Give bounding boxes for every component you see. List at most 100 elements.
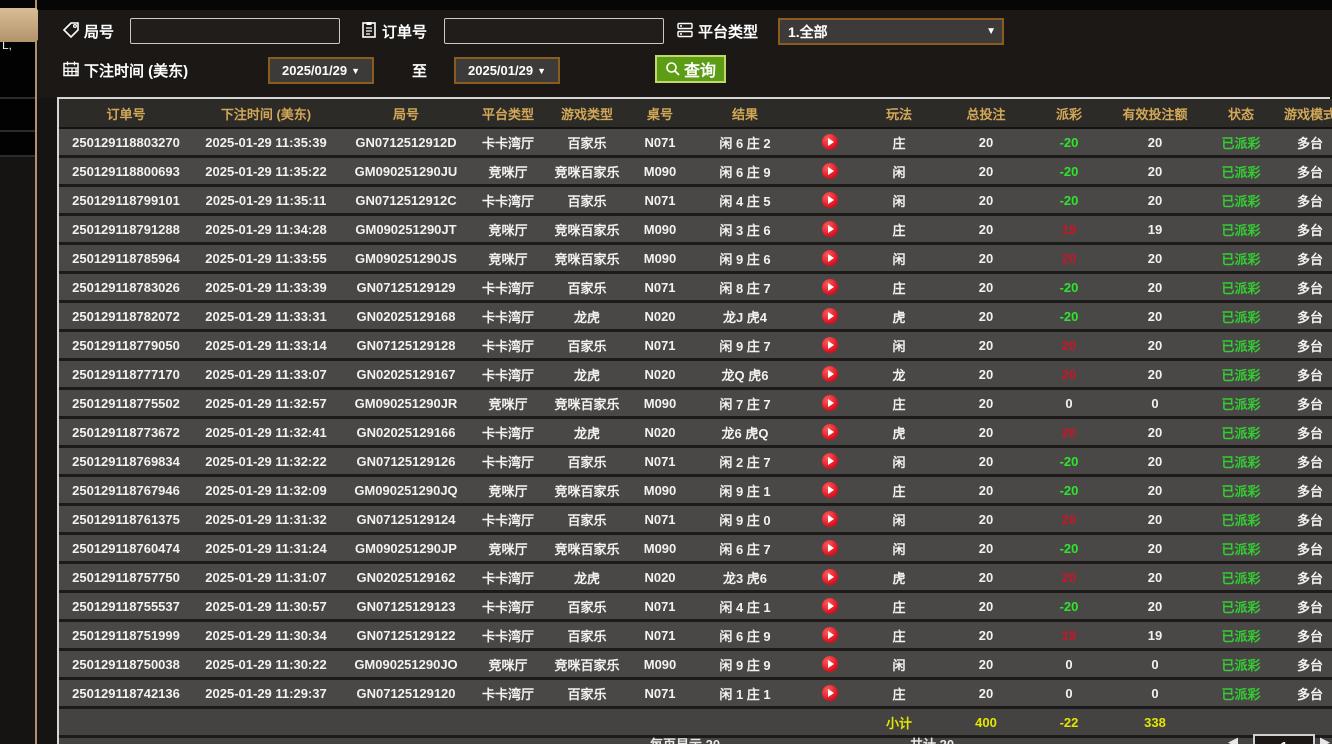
play-video-icon[interactable] xyxy=(822,627,838,643)
play-video-icon[interactable] xyxy=(822,453,838,469)
page-number-input[interactable]: 1 xyxy=(1253,734,1315,744)
cell-game_type: 百家乐 xyxy=(543,505,631,534)
play-video-icon[interactable] xyxy=(822,685,838,701)
cell-status: 已派彩 xyxy=(1205,302,1277,331)
cell-status: 已派彩 xyxy=(1205,157,1277,186)
cell-order_id: 250129118783026 xyxy=(59,273,193,302)
play-video-icon[interactable] xyxy=(822,308,838,324)
sidebar-menu: L, xyxy=(0,35,35,157)
play-video-icon[interactable] xyxy=(822,395,838,411)
cell-valid_bet: 20 xyxy=(1105,505,1205,534)
cell-mode: 多台 xyxy=(1277,273,1332,302)
cell-platform: 卡卡湾厅 xyxy=(473,505,543,534)
table-row: 2501291187500382025-01-29 11:30:22GM0902… xyxy=(59,650,1332,679)
cell-valid_bet: 20 xyxy=(1105,244,1205,273)
play-video-icon[interactable] xyxy=(822,279,838,295)
query-button[interactable]: 查询 xyxy=(655,55,726,83)
cell-platform: 卡卡湾厅 xyxy=(473,128,543,157)
play-video-icon[interactable] xyxy=(822,424,838,440)
cell-payout: -20 xyxy=(1033,592,1105,621)
play-video-icon[interactable] xyxy=(822,250,838,266)
play-video-icon[interactable] xyxy=(822,569,838,585)
cell-result: 闲 6 庄 2 xyxy=(689,128,801,157)
cell-mode: 多台 xyxy=(1277,592,1332,621)
cell-total_bet: 20 xyxy=(939,128,1033,157)
cell-game_type: 竞咪百家乐 xyxy=(543,389,631,418)
date-to-picker[interactable]: 2025/01/29 ▼ xyxy=(454,57,560,84)
cell-result: 闲 4 庄 1 xyxy=(689,592,801,621)
play-video-icon[interactable] xyxy=(822,134,838,150)
round-input[interactable] xyxy=(130,18,340,44)
cell-total_bet: 20 xyxy=(939,447,1033,476)
table-row: 2501291188032702025-01-29 11:35:39GN0712… xyxy=(59,128,1332,157)
platform-select[interactable]: 1.全部 ▼ xyxy=(778,18,1004,45)
cell-payout: -20 xyxy=(1033,157,1105,186)
cell-bet_time: 2025-01-29 11:30:57 xyxy=(193,592,339,621)
order-icon xyxy=(360,21,378,39)
play-video-icon[interactable] xyxy=(822,337,838,353)
cell-total_bet: 20 xyxy=(939,563,1033,592)
date-from-picker[interactable]: 2025/01/29 ▼ xyxy=(268,57,374,84)
cell-valid_bet: 20 xyxy=(1105,592,1205,621)
play-video-icon[interactable] xyxy=(822,540,838,556)
cell-valid_bet: 20 xyxy=(1105,128,1205,157)
cell-play: 闲 xyxy=(859,244,939,273)
cell-order_id: 250129118751999 xyxy=(59,621,193,650)
column-header-1: 下注时间 (美东) xyxy=(193,99,339,128)
cell-round_id: GN02025129166 xyxy=(339,418,473,447)
prev-page-button[interactable]: ◀ xyxy=(1228,734,1238,744)
play-video-icon[interactable] xyxy=(822,221,838,237)
play-video-icon[interactable] xyxy=(822,192,838,208)
cell-status: 已派彩 xyxy=(1205,186,1277,215)
cell-round_id: GM090251290JP xyxy=(339,534,473,563)
cell-order_id: 250129118785964 xyxy=(59,244,193,273)
cell-result: 龙J 虎4 xyxy=(689,302,801,331)
sidebar-menu-item[interactable] xyxy=(0,99,35,132)
cell-valid_bet: 20 xyxy=(1105,331,1205,360)
cell-table_id: N071 xyxy=(631,679,689,708)
play-video-icon[interactable] xyxy=(822,482,838,498)
cell-round_id: GN07125129120 xyxy=(339,679,473,708)
cell-round_id: GN0712512912D xyxy=(339,128,473,157)
sidebar-menu-item[interactable]: L, xyxy=(0,35,35,99)
cell-play: 龙 xyxy=(859,360,939,389)
cell-order_id: 250129118803270 xyxy=(59,128,193,157)
play-video-icon[interactable] xyxy=(822,366,838,382)
cell-game_type: 龙虎 xyxy=(543,418,631,447)
cell-table_id: N071 xyxy=(631,447,689,476)
order-input[interactable] xyxy=(444,18,664,44)
cell-platform: 卡卡湾厅 xyxy=(473,679,543,708)
column-header-6: 结果 xyxy=(689,99,801,128)
cell-play: 闲 xyxy=(859,505,939,534)
cell-order_id: 250129118799101 xyxy=(59,186,193,215)
cell-platform: 卡卡湾厅 xyxy=(473,331,543,360)
next-page-button[interactable]: ▶ xyxy=(1320,734,1330,744)
play-video-icon[interactable] xyxy=(822,598,838,614)
cell-payout: 20 xyxy=(1033,418,1105,447)
cell-mode: 多台 xyxy=(1277,157,1332,186)
cell-platform: 竞咪厅 xyxy=(473,157,543,186)
column-header-0: 订单号 xyxy=(59,99,193,128)
cell-bet_time: 2025-01-29 11:32:57 xyxy=(193,389,339,418)
cell-status: 已派彩 xyxy=(1205,389,1277,418)
cell-game_type: 百家乐 xyxy=(543,592,631,621)
cell-payout: 0 xyxy=(1033,650,1105,679)
top-strip xyxy=(0,0,1332,10)
table-row: 2501291187679462025-01-29 11:32:09GM0902… xyxy=(59,476,1332,505)
cell-total_bet: 20 xyxy=(939,534,1033,563)
cell-result: 闲 9 庄 9 xyxy=(689,650,801,679)
play-video-icon[interactable] xyxy=(822,656,838,672)
per-page-label: 每页显示 20 xyxy=(650,734,720,744)
table-row: 2501291187519992025-01-29 11:30:34GN0712… xyxy=(59,621,1332,650)
cell-bet_time: 2025-01-29 11:33:07 xyxy=(193,360,339,389)
sidebar-menu-item[interactable] xyxy=(0,132,35,157)
cell-game_type: 百家乐 xyxy=(543,621,631,650)
cell-play_icon xyxy=(801,302,859,331)
cell-table_id: M090 xyxy=(631,215,689,244)
cell-valid_bet: 20 xyxy=(1105,418,1205,447)
cell-bet_time: 2025-01-29 11:32:09 xyxy=(193,476,339,505)
cell-payout: -20 xyxy=(1033,128,1105,157)
cell-play_icon xyxy=(801,476,859,505)
play-video-icon[interactable] xyxy=(822,511,838,527)
play-video-icon[interactable] xyxy=(822,163,838,179)
